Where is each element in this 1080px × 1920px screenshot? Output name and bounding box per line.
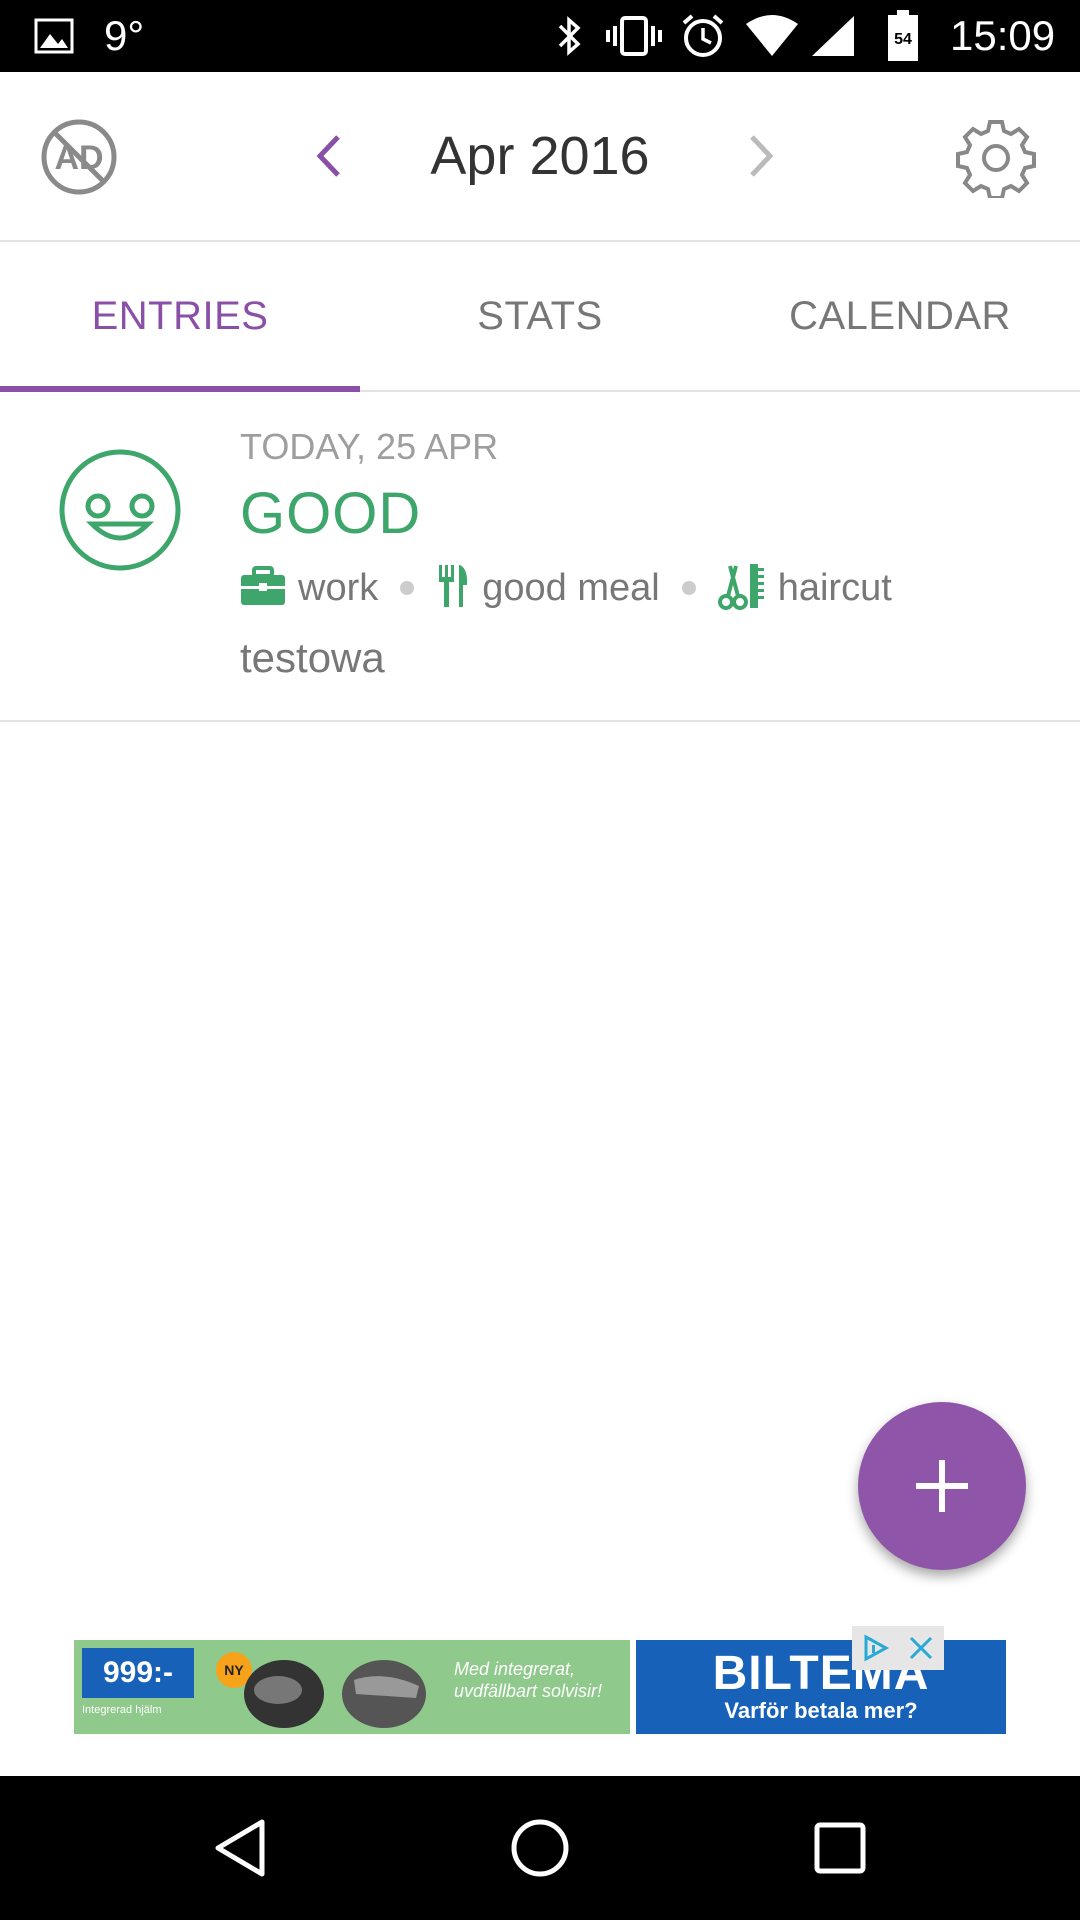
activity-label: haircut	[777, 566, 892, 609]
vibrate-icon	[606, 0, 662, 72]
tab-calendar[interactable]: CALENDAR	[720, 242, 1080, 390]
image-icon	[34, 0, 74, 72]
ad-image-right: BILTEMA Varför betala mer?	[636, 1640, 1006, 1734]
recents-button[interactable]	[780, 1776, 900, 1920]
remove-ads-button[interactable]: AD	[36, 114, 122, 200]
home-icon	[511, 1819, 569, 1877]
separator-dot	[400, 581, 415, 595]
next-month-button[interactable]	[720, 116, 800, 196]
ad-tagline: Varför betala mer?	[724, 1698, 918, 1723]
wifi-icon	[744, 0, 800, 72]
bluetooth-icon	[556, 0, 584, 72]
entry-mood: GOOD	[240, 481, 422, 546]
back-button[interactable]	[180, 1776, 300, 1920]
temperature: 9°	[104, 12, 145, 59]
close-icon	[909, 1636, 933, 1660]
chevron-right-icon	[750, 135, 774, 177]
fork-knife-icon	[436, 563, 470, 614]
entry-note: testowa	[240, 634, 385, 681]
ad-close-button[interactable]	[898, 1626, 944, 1670]
top-toolbar: AD Apr 2016	[0, 72, 1080, 242]
ad-image-left: 999:- Integrerad hjälm NY Med integrerat…	[74, 1640, 630, 1734]
previous-month-button[interactable]	[290, 116, 370, 196]
scissors-comb-icon	[717, 562, 766, 615]
entry-list-item[interactable]: TODAY, 25 APR GOOD work good meal haircu…	[0, 392, 1080, 722]
home-button[interactable]	[480, 1776, 600, 1920]
tab-stats[interactable]: STATS	[360, 242, 720, 390]
gear-icon	[956, 120, 1036, 198]
plus-icon	[916, 1460, 968, 1512]
ad-choices-button[interactable]	[852, 1626, 898, 1670]
clock: 15:09	[950, 12, 1056, 59]
tab-bar: ENTRIES STATS CALENDAR	[0, 242, 1080, 392]
signal-icon	[810, 0, 856, 72]
ad-choices-icon	[864, 1634, 890, 1662]
helmet-images	[244, 1660, 426, 1728]
ad-small-text: Integrerad hjälm	[82, 1704, 162, 1716]
briefcase-icon	[240, 565, 286, 611]
ad-price: 999:-	[82, 1648, 194, 1698]
activity-list: work good meal haircut	[240, 562, 892, 614]
no-ads-icon: AD	[41, 119, 117, 195]
ad-slogan: Med integrerat, uvdfällbart solvisir!	[454, 1659, 603, 1701]
status-bar: 9° 54 15:09	[0, 0, 1080, 72]
activity-label: work	[298, 566, 379, 609]
entry-date: TODAY, 25 APR	[240, 426, 499, 467]
ad-choices	[852, 1626, 946, 1670]
separator-dot	[681, 581, 696, 595]
month-title: Apr 2016	[430, 126, 650, 186]
tab-entries[interactable]: ENTRIES	[0, 242, 360, 390]
chevron-left-icon	[316, 135, 340, 177]
settings-button[interactable]	[950, 112, 1042, 204]
recents-icon	[814, 1822, 866, 1874]
smiley-face-icon	[58, 448, 182, 577]
add-entry-button[interactable]	[858, 1402, 1026, 1570]
navigation-bar	[0, 1776, 1080, 1920]
battery-level: 54	[894, 31, 912, 48]
ad-brand: BILTEMA	[712, 1647, 930, 1700]
alarm-icon	[680, 0, 726, 72]
activity-label: good meal	[482, 566, 660, 609]
battery-icon: 54	[886, 0, 920, 72]
back-icon	[215, 1819, 265, 1877]
